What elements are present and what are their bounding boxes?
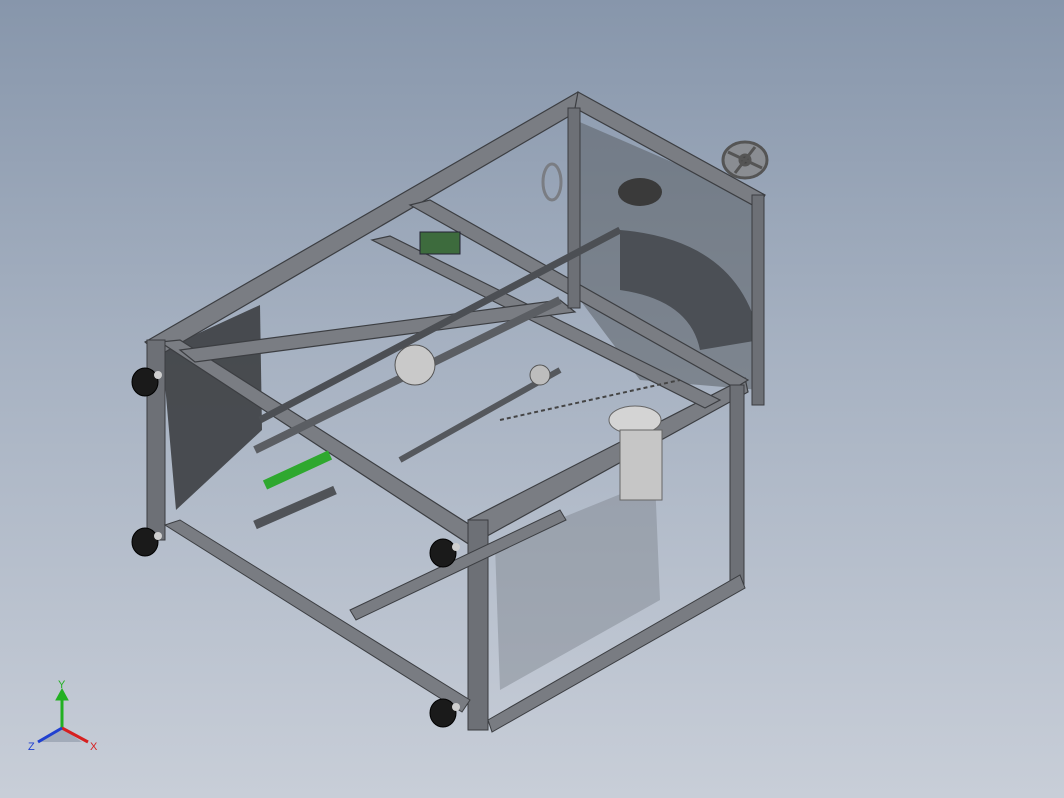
z-axis-label: Z (28, 741, 35, 753)
handwheel-rear (541, 162, 563, 202)
motor (394, 344, 436, 386)
green-shaft (262, 450, 333, 490)
coordinate-triad: Y X Z (28, 680, 98, 753)
x-axis-label: X (90, 741, 98, 753)
graphics-viewport[interactable]: Y X Z (0, 0, 1064, 798)
handwheel-right (721, 140, 769, 180)
y-axis-label: Y (58, 680, 66, 691)
cad-assembly-model[interactable] (0, 0, 1064, 798)
